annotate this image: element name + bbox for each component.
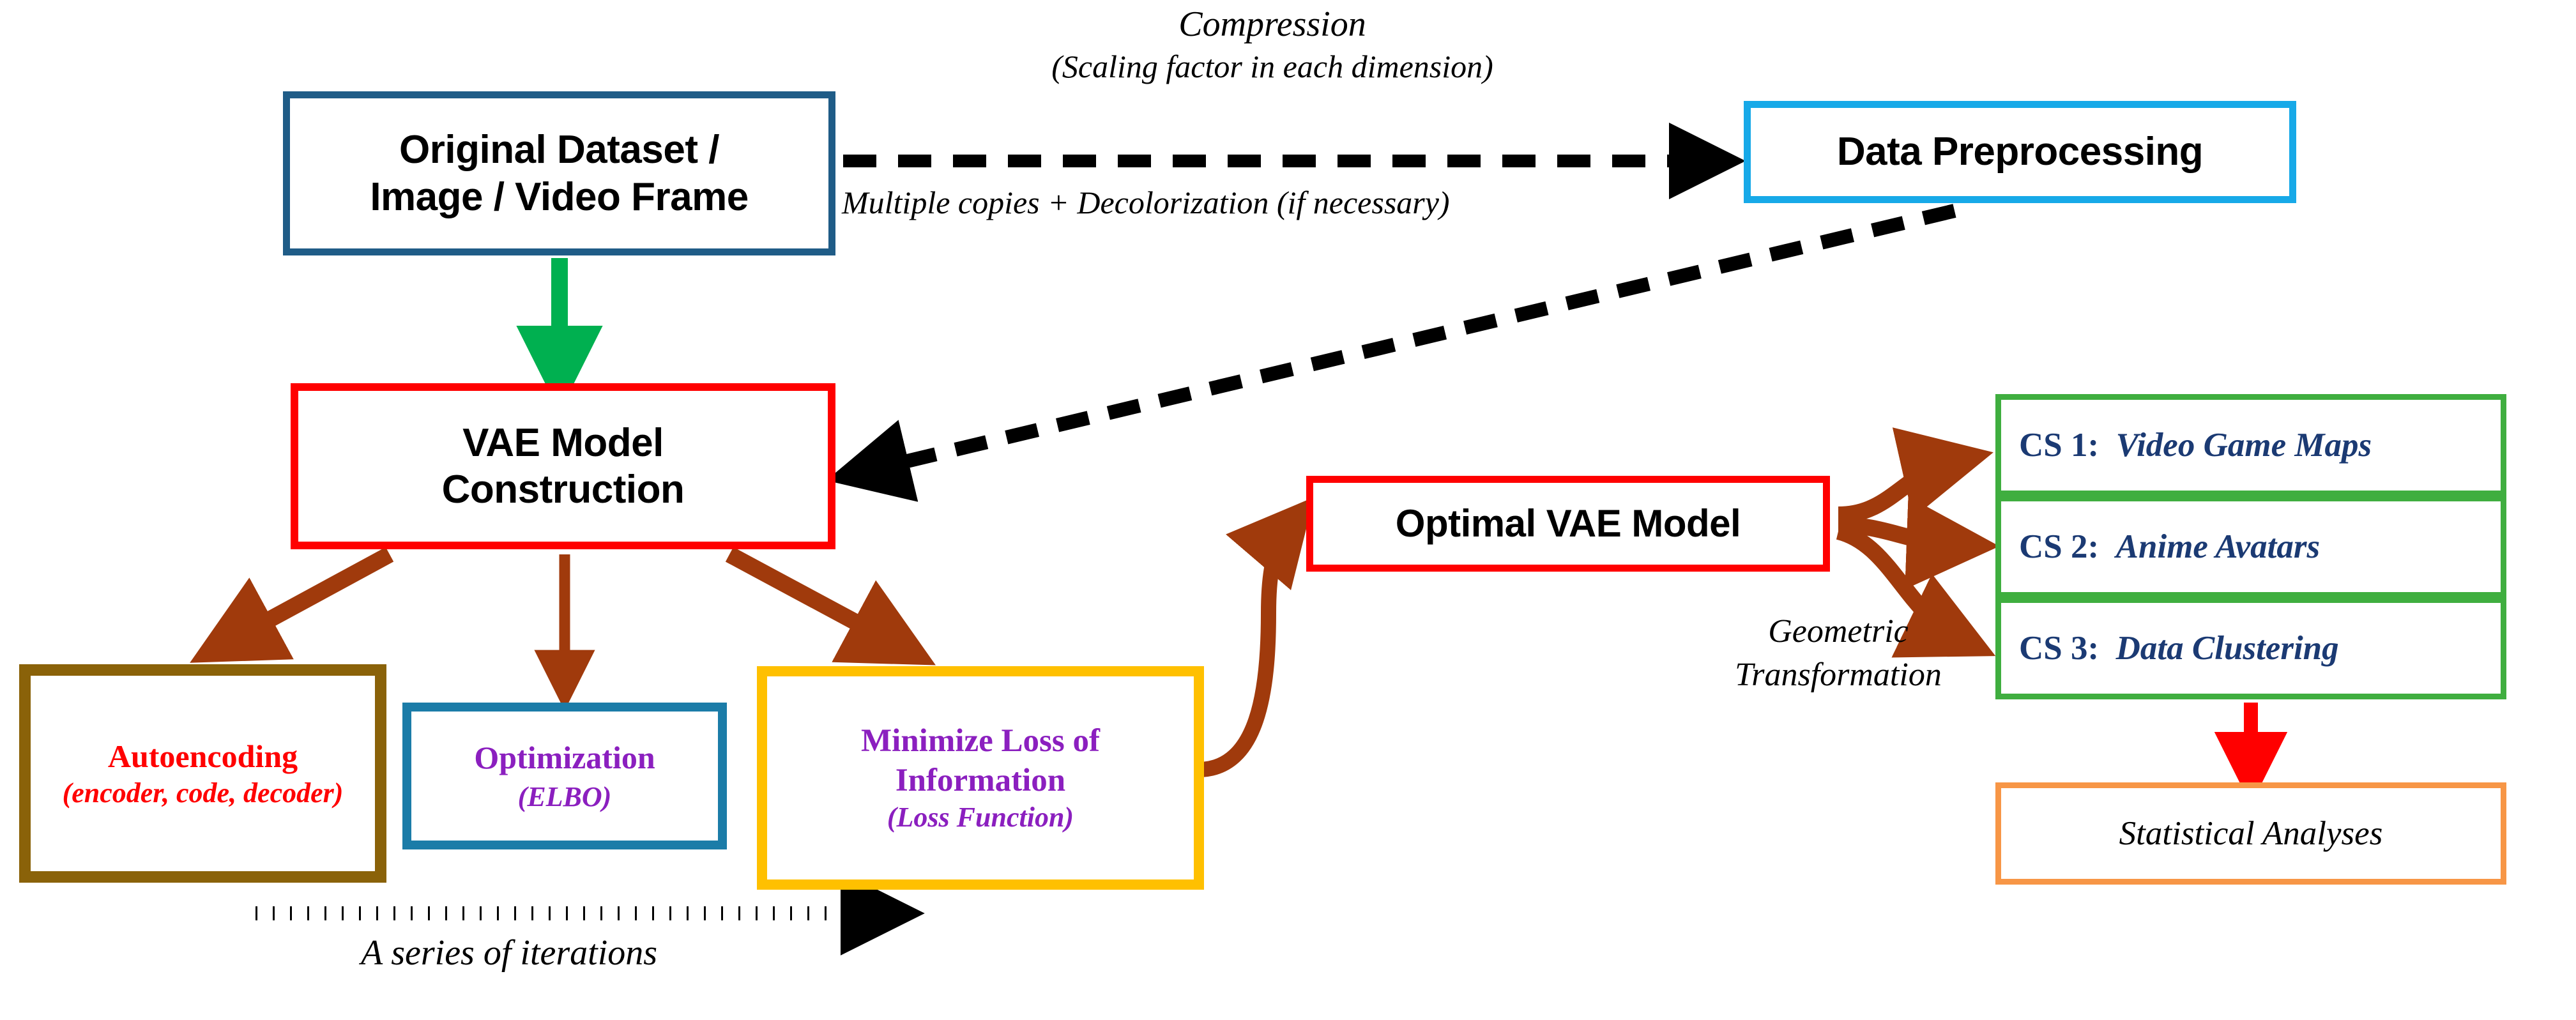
node-case-study-3-prefix: CS 3: [2019,630,2108,667]
node-original-dataset-line1: Original Dataset / [399,128,719,172]
edge-label-series-of-iterations: A series of iterations [361,933,658,973]
node-case-study-1[interactable]: CS 1: Video Game Maps [1995,394,2506,496]
node-data-preprocessing-label: Data Preprocessing [1836,130,2204,174]
diagram-canvas: Original Dataset / Image / Video Frame D… [0,0,2576,1020]
node-data-preprocessing[interactable]: Data Preprocessing [1744,101,2296,203]
node-minimize-loss-title-line1: Minimize Loss of [861,722,1100,759]
node-original-dataset-line2: Image / Video Frame [370,174,749,219]
edge-label-multiple-copies: Multiple copies + Decolorization (if nec… [842,185,1450,220]
node-minimize-loss-subtitle: (Loss Function) [887,802,1074,834]
node-statistical-analyses[interactable]: Statistical Analyses [1995,782,2506,885]
node-case-study-1-name: Video Game Maps [2115,427,2372,464]
edge-label-scaling-factor: (Scaling factor in each dimension) [1051,49,1493,84]
edge-vae-to-autoencoding [190,547,394,663]
edge-label-geometric-transformation-line2: Transformation [1735,656,1942,693]
node-optimization[interactable]: Optimization (ELBO) [402,703,727,849]
node-original-dataset[interactable]: Original Dataset / Image / Video Frame [283,91,835,255]
node-optimal-vae-model-label: Optimal VAE Model [1395,501,1741,545]
node-vae-model-construction-line1: VAE Model [462,420,664,465]
node-autoencoding[interactable]: Autoencoding (encoder, code, decoder) [19,664,386,883]
node-autoencoding-title: Autoencoding [107,738,298,774]
edge-vae-to-minimize-loss [725,547,936,666]
node-statistical-analyses-label: Statistical Analyses [2119,815,2383,852]
edge-label-geometric-transformation-line1: Geometric [1768,613,1909,650]
edge-preprocessing-to-vae [826,204,1956,502]
edge-label-geometric-transformation: Geometric Transformation [1666,610,2011,696]
node-minimize-loss-title-line2: Information [895,763,1066,799]
node-case-study-1-prefix: CS 1: [2019,427,2108,464]
edge-label-compression: Compression [1178,4,1366,44]
node-optimization-title: Optimization [474,739,655,775]
edge-optimal-vae-to-cs1 [1838,427,1993,523]
node-case-study-2[interactable]: CS 2: Anime Avatars [1995,496,2506,598]
edge-optimal-vae-to-cs2 [1838,496,2000,590]
edge-minloss-to-optimal-vae [1198,497,1315,777]
node-optimal-vae-model[interactable]: Optimal VAE Model [1306,476,1830,572]
node-case-study-3[interactable]: CS 3: Data Clustering [1995,597,2506,699]
node-case-study-3-name: Data Clustering [2115,630,2339,667]
node-case-study-2-prefix: CS 2: [2019,528,2108,565]
node-case-study-2-name: Anime Avatars [2115,528,2321,565]
node-vae-model-construction-line2: Construction [441,468,685,512]
node-vae-model-construction[interactable]: VAE Model Construction [291,383,835,549]
node-autoencoding-subtitle: (encoder, code, decoder) [62,777,344,809]
node-optimization-subtitle: (ELBO) [517,780,612,812]
node-minimize-loss[interactable]: Minimize Loss of Information (Loss Funct… [757,666,1204,890]
